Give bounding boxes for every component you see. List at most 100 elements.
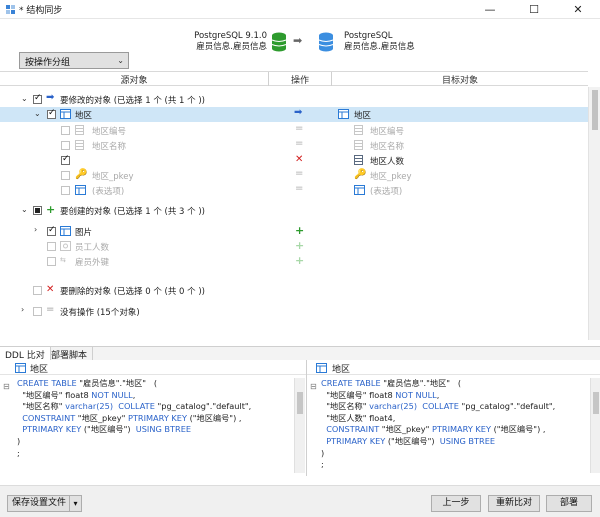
checkbox[interactable] xyxy=(47,242,56,251)
checkbox[interactable]: ✓ xyxy=(61,154,70,165)
checkbox[interactable] xyxy=(61,186,70,195)
tab-ddl-compare[interactable]: DDL 比对 xyxy=(0,347,51,361)
column-icon xyxy=(354,140,363,150)
group-by-select[interactable]: 按操作分组 ⌄ xyxy=(19,52,129,69)
checkbox[interactable] xyxy=(61,141,70,150)
tree-row-table-options[interactable]: (表选项) = (表选项) xyxy=(0,183,588,198)
ddl-target-pane: 地区 ⊟ CREATE TABLE "雇员信息"."地区" ( "地区编号" f… xyxy=(306,360,600,476)
line-gutter: ⊟ xyxy=(307,378,320,473)
collapse-icon[interactable]: ⌄ xyxy=(34,109,41,118)
tab-deploy-script[interactable]: 部署脚本 xyxy=(46,347,94,361)
code-line: "地区编号" float8 NOT NULL, xyxy=(17,390,251,402)
source-db-name: PostgreSQL 9.1.0 xyxy=(194,31,267,41)
window-title: * 结构同步 xyxy=(19,6,63,16)
tree-row-column[interactable]: ✓ ✕ 地区人数 xyxy=(0,153,588,168)
ddl-source-scrollbar[interactable] xyxy=(294,378,305,473)
target-table-name: 雇员信息.雇员信息 xyxy=(344,42,415,52)
ddl-source-code[interactable]: CREATE TABLE "雇员信息"."地区" ( "地区编号" float8… xyxy=(17,378,251,459)
group-delete[interactable]: ✕ 要删除的对象 (已选择 0 个 (共 0 个 )) xyxy=(0,283,588,298)
table-icon xyxy=(354,185,365,195)
collapse-icon[interactable]: ⌄ xyxy=(21,94,28,103)
maximize-button[interactable]: ☐ xyxy=(512,0,556,19)
collapse-code-icon[interactable]: ⊟ xyxy=(310,382,317,391)
ddl-target-code[interactable]: CREATE TABLE "雇员信息"."地区" ( "地区编号" float8… xyxy=(321,378,555,471)
plus-icon: + xyxy=(46,203,56,216)
plus-icon: + xyxy=(295,224,305,237)
tree-row-column[interactable]: 地区名称 = 地区名称 xyxy=(0,138,588,153)
recompare-button[interactable]: 重新比对 xyxy=(488,495,540,512)
previous-button[interactable]: 上一步 xyxy=(431,495,481,512)
code-token: CONSTRAINT xyxy=(22,412,76,423)
table-icon xyxy=(338,109,349,119)
group-by-select-value: 按操作分组 xyxy=(25,58,71,68)
key-icon: 🔑 xyxy=(354,169,367,180)
code-line: "地区名称" varchar(25) COLLATE "pg_catalog".… xyxy=(321,401,555,413)
group-create[interactable]: ⌄ + 要创建的对象 (已选择 1 个 (共 3 个 )) xyxy=(0,203,588,218)
column-source[interactable]: 源对象 xyxy=(0,73,268,86)
delete-x-icon: ✕ xyxy=(295,154,304,165)
code-token: PTRIMARY KEY xyxy=(127,412,187,423)
plus-icon: + xyxy=(295,239,305,252)
collapse-icon[interactable]: ⌄ xyxy=(21,205,28,214)
code-line: ) xyxy=(321,448,555,460)
checkbox[interactable] xyxy=(33,307,42,316)
code-token: "地区_pkey" xyxy=(75,412,128,423)
source-object-name: 图片 xyxy=(75,228,93,238)
checkbox[interactable] xyxy=(61,126,70,135)
code-token: NOT NULL xyxy=(91,389,133,400)
expand-icon[interactable]: › xyxy=(21,305,24,314)
save-dropdown-button[interactable]: ▾ xyxy=(69,495,82,512)
checkbox[interactable]: ✓ xyxy=(47,108,56,119)
column-target[interactable]: 目标对象 xyxy=(332,73,588,86)
code-token: COLLATE xyxy=(422,401,459,412)
code-token: PTRIMARY KEY xyxy=(431,424,491,435)
scrollbar-thumb[interactable] xyxy=(297,392,303,414)
checkbox[interactable] xyxy=(33,206,42,215)
tree-row-view[interactable]: 员工人数 + xyxy=(0,239,588,254)
checkbox[interactable] xyxy=(61,171,70,180)
code-token: PTRIMARY KEY xyxy=(326,435,386,446)
close-button[interactable]: ✕ xyxy=(556,0,600,19)
group-modify[interactable]: ⌄ ✓ ➡ 要修改的对象 (已选择 1 个 (共 1 个 )) xyxy=(0,92,588,107)
code-token: CREATE TABLE xyxy=(17,378,80,388)
source-database-icon xyxy=(271,32,287,52)
ddl-target-title: 地区 xyxy=(332,365,351,375)
checkbox[interactable] xyxy=(47,257,56,266)
save-profile-button[interactable]: 保存设置文件 xyxy=(7,495,71,512)
minimize-button[interactable]: — xyxy=(468,0,512,19)
code-line: ) xyxy=(17,436,251,448)
scrollbar-thumb[interactable] xyxy=(593,392,599,414)
tree-row-key[interactable]: 🔑 地区_pkey = 🔑 地区_pkey xyxy=(0,168,588,183)
code-token: "地区编号" float8 xyxy=(17,389,92,400)
checkbox[interactable]: ✓ xyxy=(47,225,56,236)
checkbox[interactable]: ✓ xyxy=(33,93,42,104)
source-object-name: 员工人数 xyxy=(75,243,110,253)
tree-row-foreign-key[interactable]: ⇆ 雇员外键 + xyxy=(0,254,588,269)
tree-row-table-area[interactable]: ⌄ ✓ 地区 ➡ 地区 xyxy=(0,107,588,122)
foreign-key-icon: ⇆ xyxy=(60,256,66,264)
tree-scrollbar[interactable] xyxy=(588,87,600,340)
chevron-down-icon: ▾ xyxy=(73,499,78,508)
arrow-right-icon: ➡ xyxy=(294,107,303,118)
object-tree: ⌄ ✓ ➡ 要修改的对象 (已选择 1 个 (共 1 个 )) ⌄ ✓ 地区 ➡… xyxy=(0,87,588,340)
code-line: CREATE TABLE "雇员信息"."地区" ( xyxy=(321,378,555,390)
expand-icon[interactable]: › xyxy=(34,225,37,234)
code-token: NOT NULL xyxy=(395,389,437,400)
column-action[interactable]: 操作 xyxy=(269,73,331,86)
group-no-action[interactable]: › = 没有操作 (15个对象) xyxy=(0,304,588,319)
checkbox[interactable] xyxy=(33,286,42,295)
group-modify-label: 要修改的对象 (已选择 1 个 (共 1 个 )) xyxy=(60,96,205,106)
code-token: , xyxy=(132,389,136,400)
code-token: ; xyxy=(321,459,324,470)
key-icon: 🔑 xyxy=(75,169,88,180)
tree-row-table-image[interactable]: › ✓ 图片 + xyxy=(0,224,588,239)
collapse-code-icon[interactable]: ⊟ xyxy=(3,382,10,391)
code-line: "地区编号" float8 NOT NULL, xyxy=(321,390,555,402)
code-token: "地区名称" xyxy=(17,401,66,412)
code-token: ) xyxy=(321,447,325,458)
deploy-button[interactable]: 部署 xyxy=(546,495,592,512)
group-no-action-label: 没有操作 (15个对象) xyxy=(60,308,140,318)
tree-row-column[interactable]: 地区编号 = 地区编号 xyxy=(0,123,588,138)
scrollbar-thumb[interactable] xyxy=(592,90,598,130)
ddl-target-scrollbar[interactable] xyxy=(590,378,600,473)
